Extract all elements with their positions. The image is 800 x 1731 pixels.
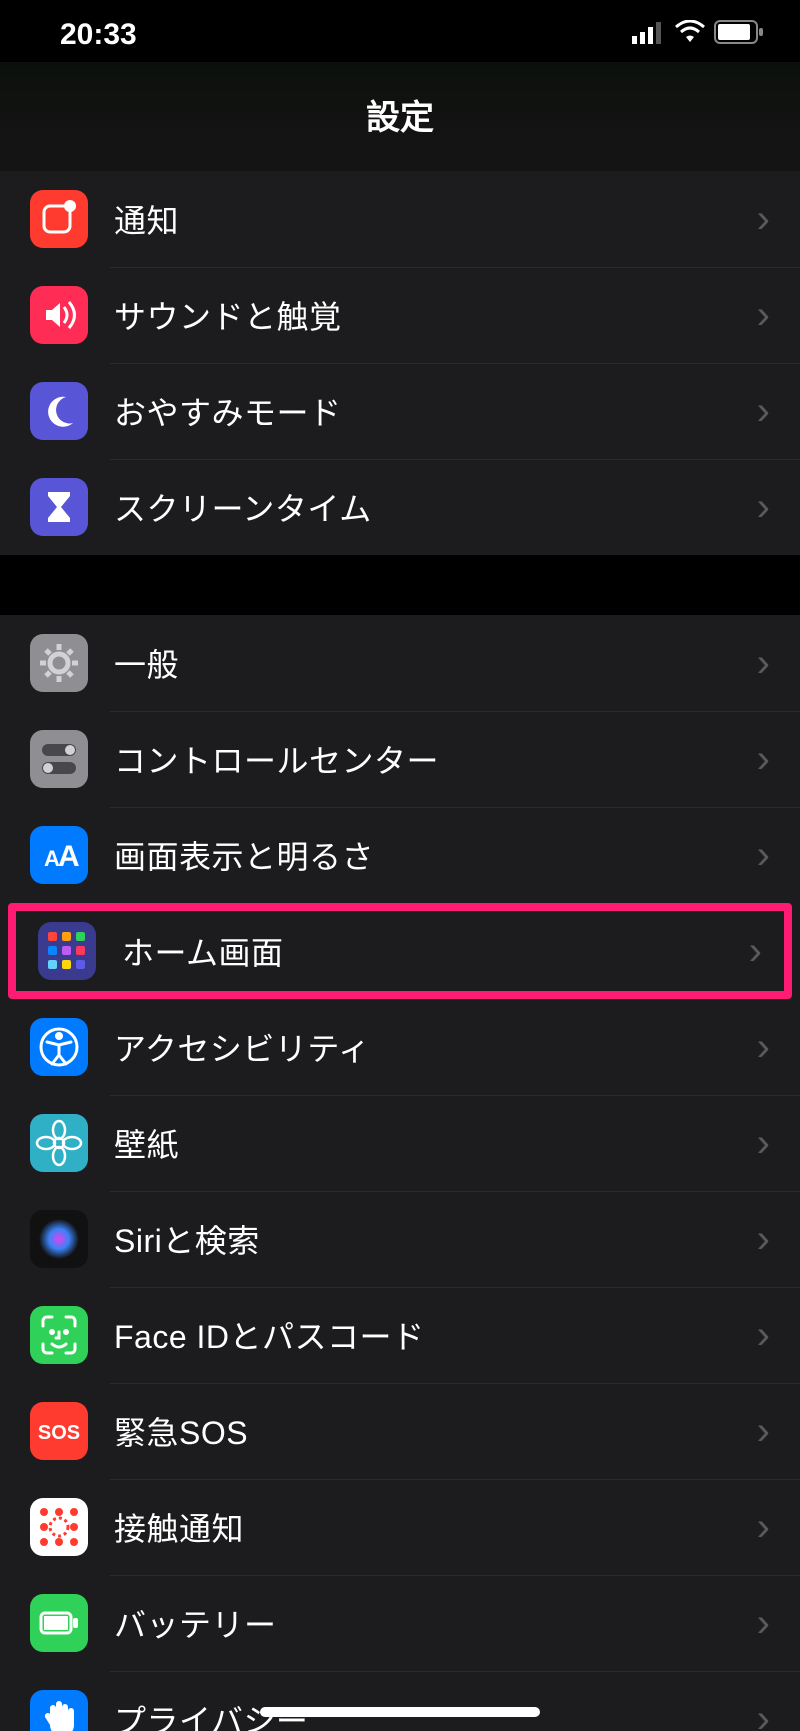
status-indicators bbox=[632, 18, 764, 52]
row-label: 緊急SOS bbox=[114, 1408, 757, 1454]
row-wallpaper[interactable]: 壁紙 › bbox=[0, 1095, 800, 1191]
row-label: ホーム画面 bbox=[122, 928, 749, 974]
chevron-right-icon: › bbox=[757, 485, 800, 530]
battery-settings-icon bbox=[30, 1594, 88, 1652]
row-exposure[interactable]: 接触通知 › bbox=[0, 1479, 800, 1575]
row-label: 壁紙 bbox=[114, 1120, 757, 1166]
row-label: サウンドと触覚 bbox=[114, 292, 757, 338]
svg-text:A: A bbox=[58, 840, 80, 873]
battery-icon bbox=[714, 18, 764, 52]
exposure-icon bbox=[30, 1498, 88, 1556]
row-controlcenter[interactable]: コントロールセンター › bbox=[0, 711, 800, 807]
chevron-right-icon: › bbox=[757, 293, 800, 338]
row-label: 通知 bbox=[114, 196, 757, 242]
row-label: 一般 bbox=[114, 640, 757, 686]
face-id-icon bbox=[30, 1306, 88, 1364]
chevron-right-icon: › bbox=[757, 833, 800, 878]
row-label: コントロールセンター bbox=[114, 736, 757, 782]
chevron-right-icon: › bbox=[757, 1601, 800, 1646]
siri-icon bbox=[30, 1210, 88, 1268]
flower-icon bbox=[30, 1114, 88, 1172]
wifi-icon bbox=[674, 18, 706, 52]
chevron-right-icon: › bbox=[757, 737, 800, 782]
chevron-right-icon: › bbox=[757, 1505, 800, 1550]
status-bar: 20:33 bbox=[0, 0, 800, 62]
svg-text:SOS: SOS bbox=[38, 1422, 80, 1444]
status-time: 20:33 bbox=[60, 18, 137, 52]
chevron-right-icon: › bbox=[757, 641, 800, 686]
row-sounds[interactable]: サウンドと触覚 › bbox=[0, 267, 800, 363]
row-label: Siriと検索 bbox=[114, 1216, 757, 1262]
chevron-right-icon: › bbox=[757, 1025, 800, 1070]
row-screentime[interactable]: スクリーンタイム › bbox=[0, 459, 800, 555]
row-label: バッテリー bbox=[114, 1600, 757, 1646]
row-general[interactable]: 一般 › bbox=[0, 615, 800, 711]
chevron-right-icon: › bbox=[749, 929, 784, 974]
chevron-right-icon: › bbox=[757, 389, 800, 434]
row-label: 接触通知 bbox=[114, 1504, 757, 1550]
settings-section-1: 通知 › サウンドと触覚 › おやすみモード › スクリーンタイム › bbox=[0, 171, 800, 555]
chevron-right-icon: › bbox=[757, 1121, 800, 1166]
homescreen-icon bbox=[38, 922, 96, 980]
row-siri[interactable]: Siriと検索 › bbox=[0, 1191, 800, 1287]
row-battery[interactable]: バッテリー › bbox=[0, 1575, 800, 1671]
hourglass-icon bbox=[30, 478, 88, 536]
row-notifications[interactable]: 通知 › bbox=[0, 171, 800, 267]
chevron-right-icon: › bbox=[757, 1217, 800, 1262]
chevron-right-icon: › bbox=[757, 1409, 800, 1454]
row-display[interactable]: AA 画面表示と明るさ › bbox=[0, 807, 800, 903]
row-label: Face IDとパスコード bbox=[114, 1312, 757, 1358]
row-dnd[interactable]: おやすみモード › bbox=[0, 363, 800, 459]
row-accessibility[interactable]: アクセシビリティ › bbox=[0, 999, 800, 1095]
row-label: 画面表示と明るさ bbox=[114, 832, 757, 878]
accessibility-icon bbox=[30, 1018, 88, 1076]
highlight-box: ホーム画面 › bbox=[8, 903, 792, 999]
notifications-icon bbox=[30, 190, 88, 248]
toggles-icon bbox=[30, 730, 88, 788]
page-title: 設定 bbox=[0, 62, 800, 171]
sounds-icon bbox=[30, 286, 88, 344]
row-label: アクセシビリティ bbox=[114, 1024, 757, 1070]
sos-icon: SOS bbox=[30, 1402, 88, 1460]
row-label: おやすみモード bbox=[114, 388, 757, 434]
moon-icon bbox=[30, 382, 88, 440]
row-homescreen[interactable]: ホーム画面 › bbox=[16, 911, 784, 991]
settings-section-2: 一般 › コントロールセンター › AA 画面表示と明るさ › ホーム画面 › … bbox=[0, 615, 800, 1731]
row-faceid[interactable]: Face IDとパスコード › bbox=[0, 1287, 800, 1383]
text-size-icon: AA bbox=[30, 826, 88, 884]
chevron-right-icon: › bbox=[757, 1313, 800, 1358]
row-label: スクリーンタイム bbox=[114, 484, 757, 530]
home-indicator[interactable] bbox=[260, 1707, 540, 1717]
row-privacy[interactable]: プライバシー › bbox=[0, 1671, 800, 1731]
row-sos[interactable]: SOS 緊急SOS › bbox=[0, 1383, 800, 1479]
chevron-right-icon: › bbox=[757, 1697, 800, 1731]
gear-icon bbox=[30, 634, 88, 692]
cellular-icon bbox=[632, 18, 666, 52]
chevron-right-icon: › bbox=[757, 197, 800, 242]
hand-icon bbox=[30, 1690, 88, 1731]
